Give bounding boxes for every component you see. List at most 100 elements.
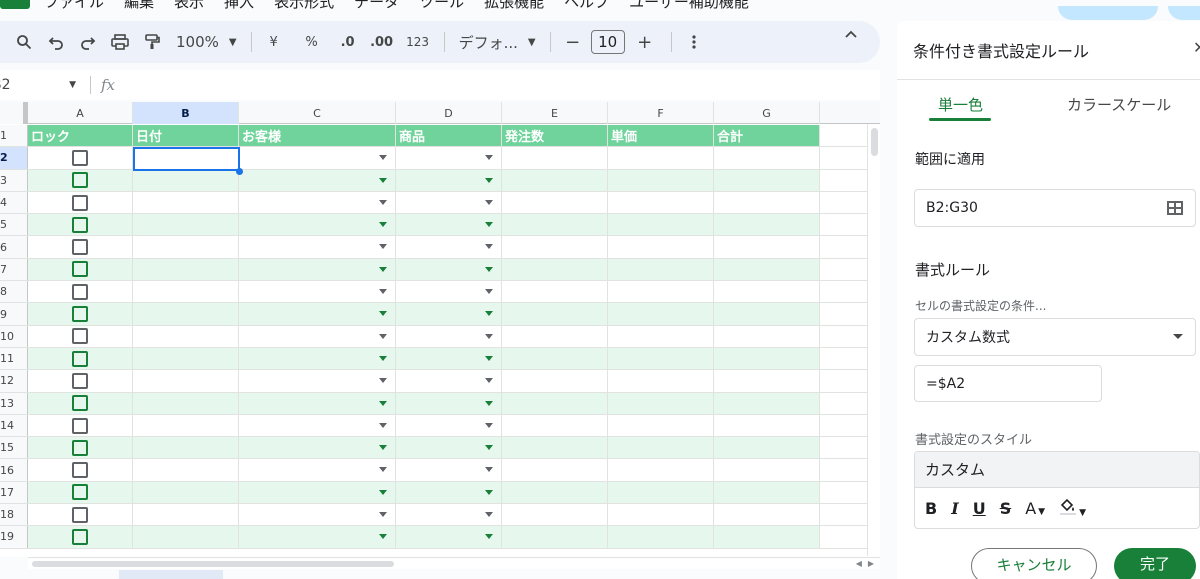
table-cell[interactable] bbox=[28, 392, 133, 414]
row-number[interactable]: 7 bbox=[0, 258, 28, 281]
table-cell[interactable] bbox=[608, 281, 714, 303]
table-cell[interactable] bbox=[608, 370, 714, 392]
table-cell[interactable] bbox=[133, 459, 239, 481]
account-avatar[interactable] bbox=[1168, 6, 1200, 20]
zoom-select[interactable]: 100% ▼ bbox=[176, 33, 237, 51]
dropdown-chip-icon[interactable] bbox=[485, 333, 493, 339]
table-cell[interactable] bbox=[396, 191, 502, 214]
table-cell[interactable] bbox=[239, 392, 396, 414]
table-cell[interactable] bbox=[714, 347, 820, 370]
menu-tools[interactable]: ツール bbox=[419, 0, 464, 13]
tab-single-color[interactable]: 単一色 bbox=[938, 94, 983, 115]
search-menus-icon[interactable] bbox=[10, 27, 38, 57]
dropdown-chip-icon[interactable] bbox=[485, 266, 493, 272]
table-cell[interactable] bbox=[608, 526, 714, 548]
table-cell[interactable] bbox=[239, 504, 396, 526]
dropdown-chip-icon[interactable] bbox=[485, 512, 493, 518]
table-cell[interactable] bbox=[28, 437, 133, 459]
row-number[interactable]: 12 bbox=[0, 370, 28, 392]
table-cell[interactable] bbox=[608, 481, 714, 504]
row-number[interactable]: 1 bbox=[0, 125, 28, 147]
condition-select[interactable]: カスタム数式 bbox=[914, 318, 1196, 356]
row-number[interactable]: 19 bbox=[0, 526, 28, 548]
table-cell[interactable] bbox=[608, 459, 714, 481]
decrease-decimal-button[interactable]: .0 bbox=[334, 27, 362, 57]
table-cell[interactable] bbox=[396, 526, 502, 548]
lock-checkbox[interactable] bbox=[72, 239, 88, 256]
header-cell[interactable]: ロック bbox=[28, 125, 133, 147]
table-cell[interactable] bbox=[239, 459, 396, 481]
row-number[interactable]: 6 bbox=[0, 236, 28, 258]
dropdown-chip-icon[interactable] bbox=[379, 445, 387, 451]
table-cell[interactable] bbox=[608, 325, 714, 347]
row-number[interactable]: 9 bbox=[0, 303, 28, 325]
dropdown-chip-icon[interactable] bbox=[379, 222, 387, 228]
dropdown-chip-icon[interactable] bbox=[485, 222, 493, 228]
table-cell[interactable] bbox=[502, 459, 608, 481]
dropdown-chip-icon[interactable] bbox=[379, 199, 387, 205]
table-cell[interactable] bbox=[608, 169, 714, 191]
select-range-icon[interactable] bbox=[1167, 201, 1183, 215]
row-number[interactable]: 13 bbox=[0, 392, 28, 414]
dropdown-chip-icon[interactable] bbox=[485, 534, 493, 540]
dropdown-chip-icon[interactable] bbox=[485, 445, 493, 451]
column-header-c[interactable]: C bbox=[239, 102, 396, 124]
lock-checkbox[interactable] bbox=[72, 528, 88, 545]
row-number[interactable]: 16 bbox=[0, 459, 28, 481]
lock-checkbox[interactable] bbox=[72, 261, 88, 278]
table-cell[interactable] bbox=[28, 303, 133, 325]
table-cell[interactable] bbox=[239, 169, 396, 191]
table-cell[interactable] bbox=[714, 370, 820, 392]
table-cell[interactable] bbox=[502, 236, 608, 258]
dropdown-chip-icon[interactable] bbox=[379, 177, 387, 183]
select-all-corner[interactable] bbox=[0, 102, 28, 124]
table-cell[interactable] bbox=[28, 459, 133, 481]
table-cell[interactable] bbox=[28, 236, 133, 258]
row-number[interactable]: 11 bbox=[0, 347, 28, 370]
table-cell[interactable] bbox=[714, 281, 820, 303]
row-number[interactable]: 17 bbox=[0, 481, 28, 504]
table-cell[interactable] bbox=[239, 281, 396, 303]
table-cell[interactable] bbox=[608, 437, 714, 459]
column-header-g[interactable]: G bbox=[714, 102, 820, 124]
table-cell[interactable] bbox=[396, 303, 502, 325]
number-format-button[interactable]: 123 bbox=[404, 27, 432, 57]
column-header-f[interactable]: F bbox=[608, 102, 714, 124]
table-cell[interactable] bbox=[239, 481, 396, 504]
table-cell[interactable] bbox=[396, 504, 502, 526]
fill-color-button[interactable]: ▼ bbox=[1059, 497, 1086, 519]
table-cell[interactable] bbox=[133, 147, 239, 169]
sheet-tab[interactable] bbox=[119, 570, 223, 579]
horizontal-scrollbar[interactable]: ◀ ▶ bbox=[28, 557, 880, 569]
table-cell[interactable] bbox=[239, 214, 396, 236]
menu-file[interactable]: ファイル bbox=[44, 0, 104, 13]
dropdown-chip-icon[interactable] bbox=[379, 512, 387, 518]
table-cell[interactable] bbox=[239, 414, 396, 437]
more-options-icon[interactable] bbox=[680, 27, 708, 57]
column-header-b[interactable]: B bbox=[133, 102, 239, 124]
row-number[interactable]: 10 bbox=[0, 325, 28, 347]
table-cell[interactable] bbox=[502, 214, 608, 236]
table-cell[interactable] bbox=[714, 481, 820, 504]
menu-format[interactable]: 表示形式 bbox=[274, 0, 334, 13]
lock-checkbox[interactable] bbox=[72, 194, 88, 211]
table-cell[interactable] bbox=[239, 147, 396, 169]
table-cell[interactable] bbox=[133, 370, 239, 392]
table-cell[interactable] bbox=[396, 347, 502, 370]
italic-button[interactable]: I bbox=[951, 499, 958, 518]
strikethrough-button[interactable]: S bbox=[1000, 499, 1012, 518]
table-cell[interactable] bbox=[396, 437, 502, 459]
table-cell[interactable] bbox=[502, 504, 608, 526]
lock-checkbox[interactable] bbox=[72, 216, 88, 233]
dropdown-chip-icon[interactable] bbox=[379, 155, 387, 161]
dropdown-chip-icon[interactable] bbox=[379, 333, 387, 339]
dropdown-chip-icon[interactable] bbox=[379, 378, 387, 384]
currency-format-button[interactable]: ¥ bbox=[260, 27, 288, 57]
table-cell[interactable] bbox=[133, 236, 239, 258]
dropdown-chip-icon[interactable] bbox=[485, 244, 493, 250]
print-icon[interactable] bbox=[106, 27, 134, 57]
dropdown-chip-icon[interactable] bbox=[485, 467, 493, 473]
table-cell[interactable] bbox=[608, 303, 714, 325]
row-number[interactable]: 8 bbox=[0, 281, 28, 303]
table-cell[interactable] bbox=[502, 437, 608, 459]
